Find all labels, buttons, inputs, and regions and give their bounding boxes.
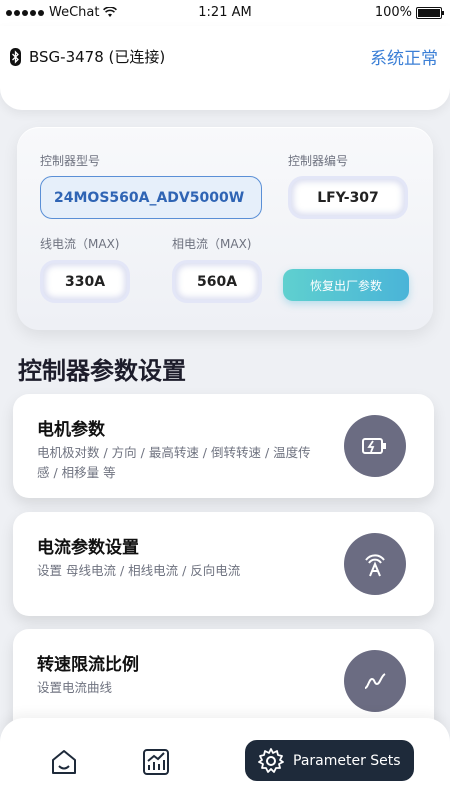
- serial-field[interactable]: LFY-307: [291, 179, 405, 216]
- line-current-label: 线电流（MAX): [40, 237, 120, 251]
- line-current-field[interactable]: 330A: [43, 263, 127, 300]
- nav-parameter-sets[interactable]: Parameter Sets: [245, 740, 414, 781]
- ampere-icon: [344, 533, 406, 595]
- card-title: 电流参数设置: [37, 538, 139, 558]
- nav-stats[interactable]: [138, 744, 174, 780]
- card-title: 电机参数: [37, 420, 105, 440]
- gear-icon: [258, 747, 284, 773]
- curve-icon: [344, 650, 406, 712]
- serial-label: 控制器编号: [288, 154, 349, 168]
- nav-active-label: Parameter Sets: [293, 752, 401, 769]
- device-connection[interactable]: BSG-3478 (已连接): [10, 46, 165, 67]
- section-title: 控制器参数设置: [18, 357, 186, 385]
- battery-percent: 100%: [374, 5, 412, 20]
- chart-icon: [143, 749, 169, 775]
- bottom-nav: Parameter Sets: [0, 718, 450, 800]
- status-bar: WeChat 1:21 AM 100%: [0, 0, 450, 26]
- card-title: 转速限流比例: [37, 655, 139, 675]
- battery-charge-icon: [344, 415, 406, 477]
- nav-home[interactable]: [46, 744, 82, 780]
- controller-info-card: 控制器型号 24MOS560A_ADV5000W 控制器编号 LFY-307 线…: [17, 127, 433, 330]
- device-name: BSG-3478 (已连接): [29, 48, 166, 66]
- model-label: 控制器型号: [40, 154, 101, 168]
- motor-params-card[interactable]: 电机参数 电机极对数 / 方向 / 最高转速 / 倒转转速 / 温度传感 / 相…: [13, 394, 434, 498]
- bluetooth-icon: [10, 47, 21, 66]
- card-description: 设置电流曲线: [37, 680, 113, 695]
- device-header: BSG-3478 (已连接) 系统正常: [0, 26, 450, 110]
- card-description: 设置 母线电流 / 相线电流 / 反向电流: [37, 563, 241, 578]
- factory-reset-button[interactable]: 恢复出厂参数: [283, 269, 409, 301]
- current-params-card[interactable]: 电流参数设置 设置 母线电流 / 相线电流 / 反向电流: [13, 512, 434, 616]
- model-field[interactable]: 24MOS560A_ADV5000W: [40, 176, 262, 219]
- phase-current-label: 相电流（MAX): [172, 237, 252, 251]
- card-description: 电机极对数 / 方向 / 最高转速 / 倒转转速 / 温度传感 / 相移量 等: [37, 445, 311, 480]
- home-icon: [52, 750, 76, 774]
- system-status: 系统正常: [370, 49, 438, 69]
- battery-icon: [416, 6, 444, 19]
- phase-current-field[interactable]: 560A: [175, 263, 259, 300]
